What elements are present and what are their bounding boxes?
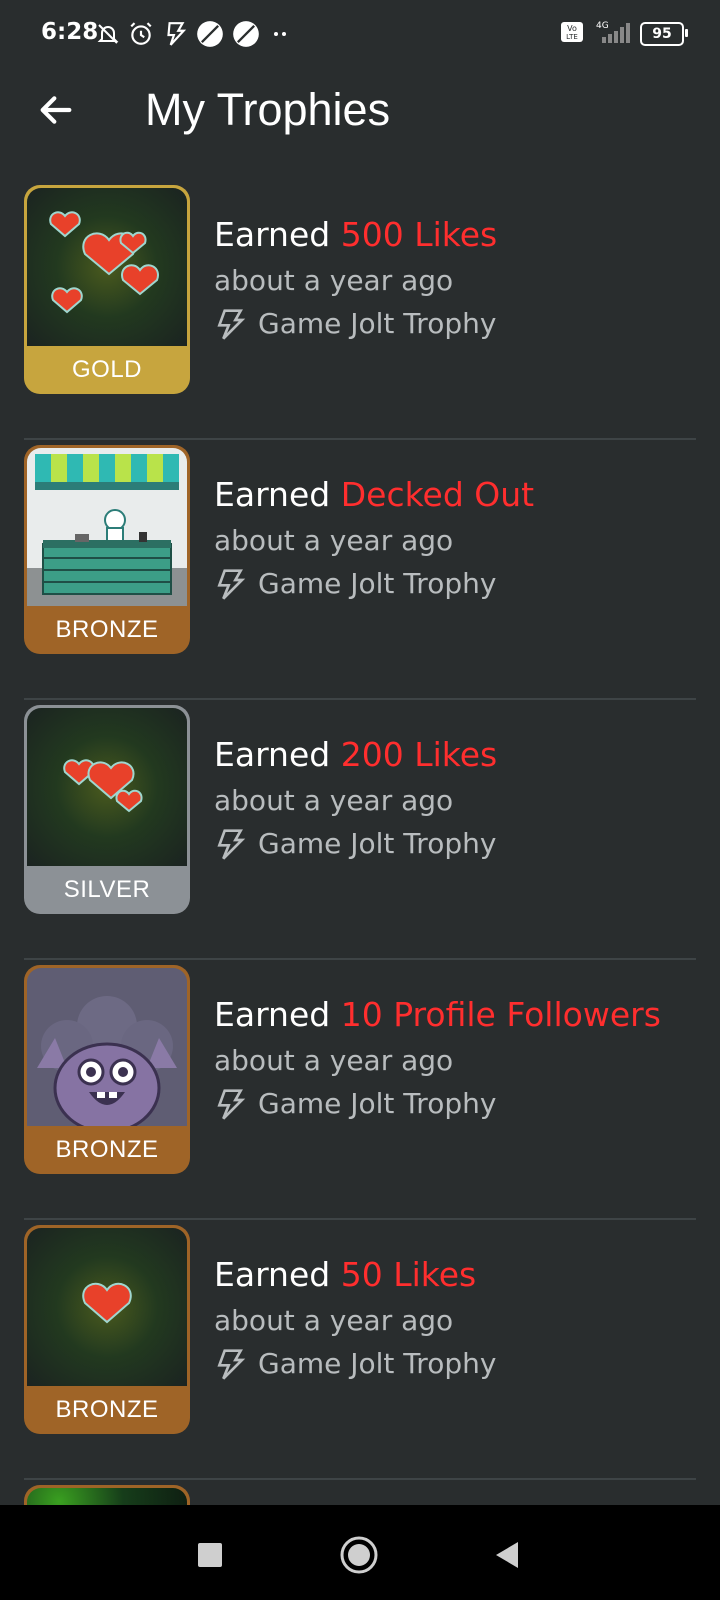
app-header: My Trophies (0, 70, 720, 180)
square-icon (198, 1543, 222, 1567)
bell-muted-icon (96, 22, 120, 46)
volte-icon: Vo LTE (560, 21, 584, 47)
divider (24, 1478, 696, 1480)
trophy-art-monster (27, 968, 187, 1126)
earned-label: Earned (214, 735, 331, 774)
system-navigation-bar (0, 1505, 720, 1600)
trophy-art-shop-stall (27, 448, 187, 606)
trophy-item[interactable]: BRONZE Earned 50 Likes about a year ago … (0, 1220, 720, 1480)
circle-icon (340, 1536, 378, 1574)
trophy-time: about a year ago (214, 1304, 454, 1337)
trophy-thumbnail (24, 1485, 190, 1505)
earned-label: Earned (214, 215, 331, 254)
trophy-time: about a year ago (214, 524, 454, 557)
trophy-art-hearts (27, 188, 187, 346)
status-notification-icons (96, 18, 292, 50)
gamejolt-bolt-icon (217, 308, 246, 340)
trophy-name: Decked Out (340, 475, 535, 514)
trophy-item[interactable]: BRONZE Earned 10 Profile Followers about… (0, 960, 720, 1220)
trophy-name: 500 Likes (340, 215, 498, 254)
app-circle-icon (232, 20, 260, 48)
trophy-tier-label: BRONZE (55, 616, 159, 643)
trophy-info: Earned 500 Likes about a year ago Game J… (214, 215, 497, 340)
home-button[interactable] (329, 1525, 389, 1585)
trophy-info: Earned Decked Out about a year ago Game … (214, 475, 534, 600)
gamejolt-bolt-icon (217, 568, 246, 600)
svg-text:LTE: LTE (566, 33, 578, 41)
gamejolt-bolt-icon (217, 1088, 246, 1120)
trophy-info: Earned 50 Likes about a year ago Game Jo… (214, 1255, 496, 1380)
trophy-source: Game Jolt Trophy (214, 827, 497, 860)
trophy-source: Game Jolt Trophy (214, 307, 497, 340)
trophy-name: 200 Likes (340, 735, 498, 774)
trophy-source: Game Jolt Trophy (214, 567, 534, 600)
more-dots-icon (268, 22, 292, 46)
triangle-back-icon (496, 1542, 518, 1568)
nav-back-button[interactable] (476, 1525, 536, 1585)
alarm-icon (128, 21, 154, 47)
trophy-item[interactable]: BRONZE Earned Decked Out about a year ag… (0, 440, 720, 700)
trophy-source-label: Game Jolt Trophy (258, 307, 497, 340)
trophy-list: GOLD Earned 500 Likes about a year ago G… (0, 180, 720, 1480)
trophy-source-label: Game Jolt Trophy (258, 827, 497, 860)
status-system-icons: Vo LTE 4G 95 (560, 18, 688, 50)
trophy-art-hearts (27, 708, 187, 866)
page-title: My Trophies (145, 84, 391, 135)
trophy-thumbnail: GOLD (24, 185, 190, 394)
battery-indicator: 95 (640, 22, 688, 46)
trophy-info: Earned 10 Profile Followers about a year… (214, 995, 661, 1120)
trophy-tier-label: GOLD (71, 356, 142, 383)
signal-icon: 4G (592, 19, 632, 49)
svg-text:4G: 4G (596, 21, 609, 31)
trophy-thumbnail: BRONZE (24, 445, 190, 654)
trophy-source-label: Game Jolt Trophy (258, 1087, 497, 1120)
trophy-name: 50 Likes (340, 1255, 477, 1294)
back-button[interactable] (30, 84, 82, 136)
trophy-info: Earned 200 Likes about a year ago Game J… (214, 735, 497, 860)
trophy-thumbnail: BRONZE (24, 965, 190, 1174)
gamejolt-notification-icon (162, 21, 188, 47)
trophy-name: 10 Profile Followers (340, 995, 661, 1034)
gamejolt-bolt-icon (217, 828, 246, 860)
trophy-thumbnail: BRONZE (24, 1225, 190, 1434)
trophy-time: about a year ago (214, 264, 454, 297)
gamejolt-bolt-icon (217, 1348, 246, 1380)
arrow-left-icon (40, 96, 72, 124)
trophy-source-label: Game Jolt Trophy (258, 1347, 497, 1380)
earned-label: Earned (214, 1255, 331, 1294)
trophy-tier-label: SILVER (63, 876, 151, 903)
trophy-thumbnail: SILVER (24, 705, 190, 914)
trophy-item[interactable]: GOLD Earned 500 Likes about a year ago G… (0, 180, 720, 440)
trophy-tier-label: BRONZE (55, 1396, 159, 1423)
trophy-art-heart (27, 1228, 187, 1386)
trophy-tier-label: BRONZE (55, 1136, 159, 1163)
earned-label: Earned (214, 995, 331, 1034)
app-circle-icon (196, 20, 224, 48)
trophy-source: Game Jolt Trophy (214, 1347, 496, 1380)
recent-apps-button[interactable] (180, 1525, 240, 1585)
trophy-time: about a year ago (214, 784, 454, 817)
status-bar: 6:28 Vo LTE 4G 95 (0, 0, 720, 70)
svg-text:Vo: Vo (567, 24, 577, 33)
trophy-item[interactable]: SILVER Earned 200 Likes about a year ago… (0, 700, 720, 960)
trophy-source: Game Jolt Trophy (214, 1087, 661, 1120)
trophy-time: about a year ago (214, 1044, 454, 1077)
trophy-source-label: Game Jolt Trophy (258, 567, 497, 600)
status-time: 6:28 (41, 19, 99, 45)
earned-label: Earned (214, 475, 331, 514)
